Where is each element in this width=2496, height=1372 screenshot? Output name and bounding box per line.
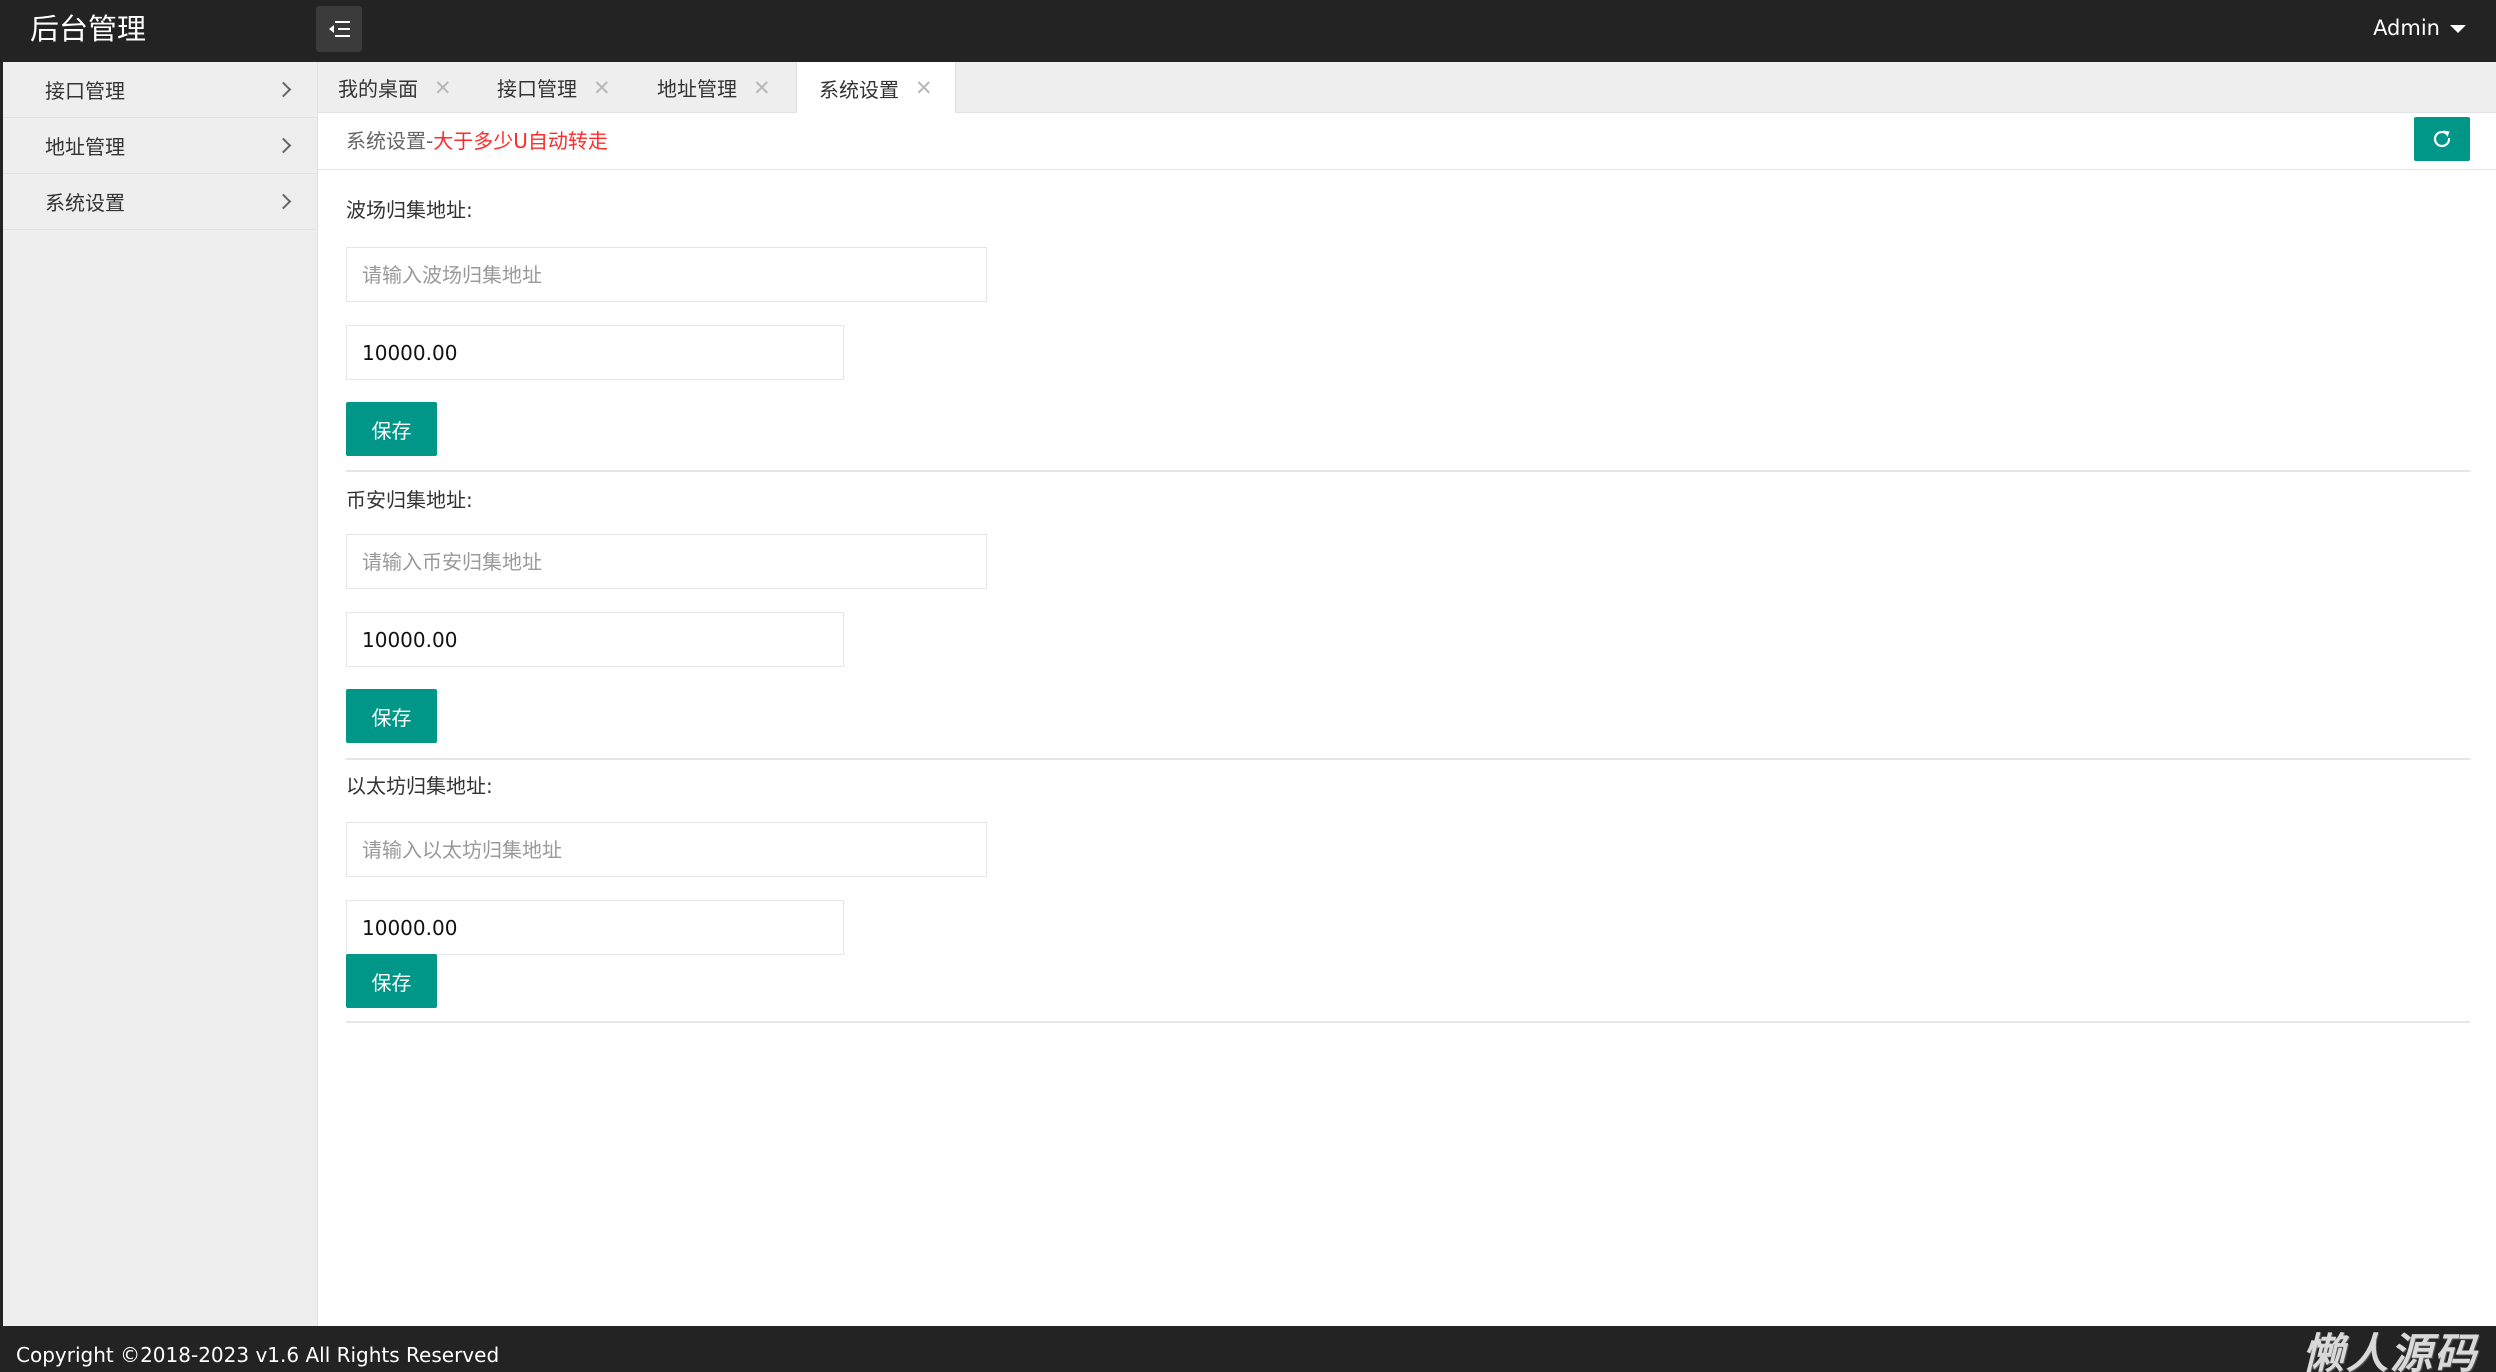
tron-address-input[interactable] [346,247,987,302]
breadcrumb: 系统设置-大于多少U自动转走 [346,127,608,155]
sidebar: 接口管理 地址管理 系统设置 [0,62,318,1326]
chevron-right-icon [275,81,292,98]
eth-address-input[interactable] [346,822,987,877]
tron-address-label: 波场归集地址: [346,198,473,222]
app-title: 后台管理 [30,12,147,46]
tron-form: 波场归集地址: 保存 [346,190,2470,472]
tab-settings[interactable]: 系统设置 ✕ [796,62,956,114]
copyright-text: Copyright ©2018-2023 v1.6 All Rights Res… [16,1343,500,1367]
user-menu[interactable]: Admin [2373,14,2466,42]
tab-bar: 我的桌面 ✕ 接口管理 ✕ 地址管理 ✕ 系统设置 ✕ [318,62,2496,114]
tab-desktop[interactable]: 我的桌面 ✕ [338,62,452,113]
breadcrumb-highlight: 大于多少U自动转走 [433,129,608,153]
eth-address-label: 以太坊归集地址: [346,774,493,798]
bsc-save-button[interactable]: 保存 [346,689,437,743]
refresh-button[interactable] [2414,117,2470,161]
tron-save-button[interactable]: 保存 [346,402,437,456]
footer: Copyright ©2018-2023 v1.6 All Rights Res… [0,1326,2496,1372]
chevron-right-icon [275,193,292,210]
bsc-address-label: 币安归集地址: [346,488,473,512]
close-icon[interactable]: ✕ [753,76,771,100]
sidebar-item-address[interactable]: 地址管理 [3,118,317,174]
bsc-address-input[interactable] [346,534,987,589]
close-icon[interactable]: ✕ [915,76,933,100]
tab-api[interactable]: 接口管理 ✕ [497,62,611,113]
breadcrumb-bar: 系统设置-大于多少U自动转走 [318,113,2496,170]
breadcrumb-prefix: 系统设置- [346,129,434,153]
tab-label: 地址管理 [657,77,737,101]
bsc-amount-input[interactable] [346,612,844,667]
eth-save-button[interactable]: 保存 [346,954,437,1008]
eth-form: 以太坊归集地址: 保存 [346,760,2470,1023]
sidebar-item-label: 系统设置 [45,191,125,215]
caret-down-icon [2450,25,2466,33]
close-icon[interactable]: ✕ [593,76,611,100]
sidebar-item-label: 接口管理 [45,79,125,103]
tab-label: 我的桌面 [338,77,418,101]
chevron-right-icon [275,137,292,154]
menu-toggle-button[interactable] [316,6,362,52]
refresh-icon [2433,130,2451,148]
menu-fold-icon [329,21,350,37]
sidebar-item-api[interactable]: 接口管理 [3,62,317,118]
top-navbar: 后台管理 Admin [0,0,2496,62]
sidebar-item-label: 地址管理 [45,135,125,159]
watermark-logo: 懒人源码 [2301,1329,2478,1372]
bsc-form: 币安归集地址: 保存 [346,474,2470,760]
eth-amount-input[interactable] [346,900,844,955]
sidebar-item-settings[interactable]: 系统设置 [3,174,317,230]
tron-amount-input[interactable] [346,325,844,380]
user-name: Admin [2373,16,2440,40]
tab-label: 接口管理 [497,77,577,101]
tab-label: 系统设置 [819,77,899,102]
tab-address[interactable]: 地址管理 ✕ [657,62,771,113]
close-icon[interactable]: ✕ [434,76,452,100]
